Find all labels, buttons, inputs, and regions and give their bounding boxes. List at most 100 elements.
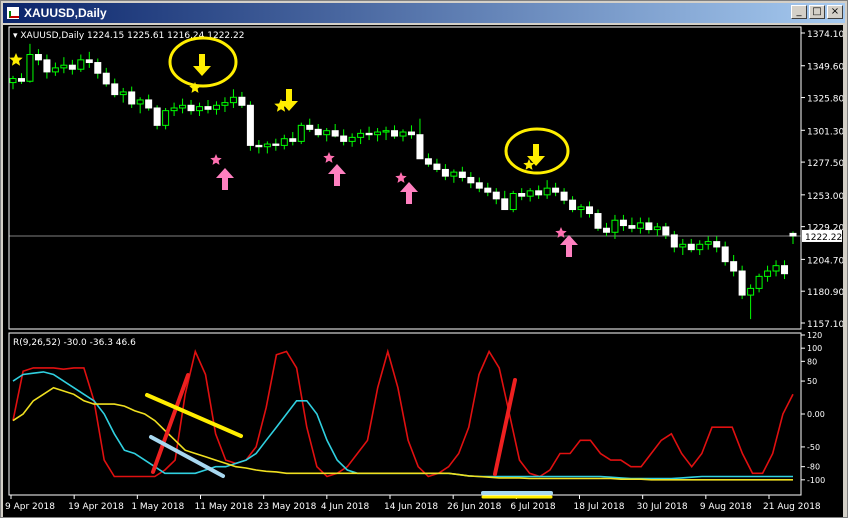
candle-body	[246, 104, 254, 146]
candle-body	[696, 243, 704, 251]
price-tick-label: 1301.30	[807, 127, 843, 137]
candle-body	[102, 72, 110, 85]
candle-body	[391, 130, 399, 137]
candle-body	[43, 59, 51, 73]
price-tick-label: 1253.00	[807, 192, 843, 202]
candle-body	[416, 134, 424, 160]
candle-body	[458, 171, 466, 178]
candle-body	[280, 138, 288, 146]
candle-body	[382, 130, 390, 133]
candle-body	[687, 243, 695, 251]
price-chart[interactable]: 1374.10 1349.60 1325.80 1301.30 1277.50 1253.…	[3, 25, 843, 517]
candle-body	[586, 206, 594, 215]
candle-body	[730, 261, 738, 272]
candle-body	[569, 199, 577, 211]
date-tick-label: 9 Apr 2018	[5, 502, 55, 512]
candle-body	[136, 99, 144, 105]
candle-body	[501, 198, 509, 211]
candle-body	[781, 265, 789, 275]
candle-body	[552, 187, 560, 193]
indicator-tick-label: 50	[807, 377, 817, 386]
candle-body	[755, 275, 763, 289]
candle-body	[204, 106, 212, 110]
candle-body	[704, 241, 712, 245]
candle-body	[238, 96, 246, 106]
candle-body	[518, 193, 526, 197]
candle-body	[738, 270, 746, 296]
candle-body	[179, 104, 187, 109]
candle-body	[85, 59, 93, 64]
candle-body	[662, 226, 670, 236]
candle-body	[289, 138, 297, 142]
candle-body	[450, 171, 458, 177]
candle-body	[348, 136, 356, 142]
candle-body	[119, 91, 127, 96]
minimize-button[interactable]: _	[791, 5, 807, 19]
date-tick-label: 18 Jul 2018	[574, 502, 625, 512]
chart-window-icon[interactable]	[6, 6, 20, 20]
candle-body	[636, 222, 644, 229]
candle-body	[374, 131, 382, 136]
candle-body	[187, 104, 195, 112]
candle-body	[747, 287, 755, 296]
date-tick-label: 9 Aug 2018	[700, 502, 752, 512]
candle-body	[111, 83, 119, 96]
close-button[interactable]: ×	[827, 5, 843, 19]
indicator-tick-label: 0.00	[807, 410, 825, 419]
candle-body	[484, 187, 492, 193]
candle-body	[128, 91, 136, 105]
candle-body	[196, 106, 204, 112]
date-tick-label: 1 May 2018	[131, 502, 184, 512]
date-tick-label: 11 May 2018	[195, 502, 254, 512]
indicator-tick-label: 100	[807, 344, 822, 353]
date-tick-label: 14 Jun 2018	[384, 502, 438, 512]
date-tick-label: 4 Jun 2018	[321, 502, 370, 512]
chart-window: XAUUSD,Daily _ □ × 1374.10 1349.60 1325.80…	[0, 0, 848, 518]
indicator-tick-label: 120	[807, 331, 822, 340]
candle-body	[577, 206, 585, 211]
candle-body	[789, 232, 797, 237]
candle-body	[365, 132, 373, 136]
candle-body	[441, 168, 449, 177]
candle-body	[357, 132, 365, 138]
window-title: XAUUSD,Daily	[24, 6, 107, 20]
indicator-tick-label: -80	[807, 463, 820, 472]
price-tick-label: 1180.90	[807, 288, 843, 298]
candle-body	[679, 243, 687, 248]
indicator-tick-label: -100	[807, 476, 825, 485]
date-tick-label: 21 Aug 2018	[763, 502, 821, 512]
candle-body	[764, 270, 772, 277]
candle-body	[670, 234, 678, 248]
candle-body	[433, 163, 441, 170]
price-tick-label: 1374.10	[807, 30, 843, 40]
candle-body	[611, 219, 619, 233]
candle-body	[221, 102, 229, 106]
candle-body	[314, 128, 322, 136]
restore-button[interactable]: □	[809, 5, 825, 19]
candle-body	[170, 107, 178, 112]
date-tick-label: 26 Jun 2018	[447, 502, 501, 512]
candle-body	[9, 78, 17, 84]
candle-body	[543, 187, 551, 196]
candle-body	[619, 219, 627, 227]
candle-body	[153, 107, 161, 126]
candle-body	[535, 190, 543, 196]
candle-body	[323, 130, 331, 136]
candle-body	[407, 131, 415, 136]
candle-body	[26, 54, 34, 82]
candle-body	[94, 62, 102, 74]
candle-body	[331, 130, 339, 137]
candle-body	[526, 190, 534, 197]
price-tick-label: 1277.50	[807, 159, 843, 169]
candle-body	[212, 104, 220, 110]
indicator-label: R(9,26,52) -30.0 -36.3 46.6	[13, 338, 136, 348]
price-tick-label: 1349.60	[807, 63, 843, 73]
candle-body	[77, 59, 85, 70]
date-tick-label: 19 Apr 2018	[68, 502, 124, 512]
indicator-tick-label: -50	[807, 443, 820, 452]
date-tick-label: 23 May 2018	[258, 502, 317, 512]
candle-body	[17, 78, 25, 82]
candle-body	[340, 135, 348, 142]
window-titlebar[interactable]: XAUUSD,Daily _ □ ×	[3, 3, 845, 23]
candle-body	[297, 124, 305, 142]
